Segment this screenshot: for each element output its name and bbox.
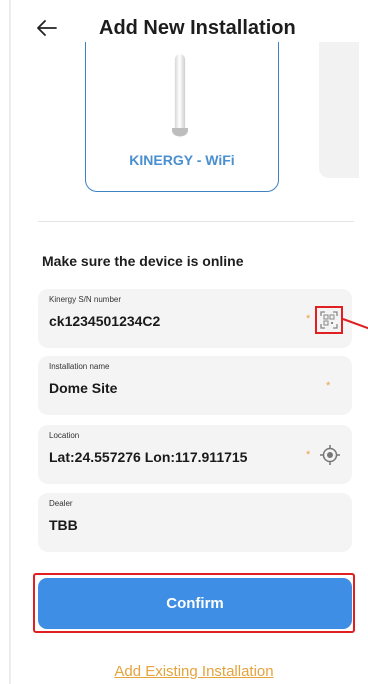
required-mark: * [326, 380, 331, 392]
location-field[interactable]: Location Lat:24.557276 Lon:117.911715 * [38, 425, 352, 484]
dealer-value[interactable]: TBB [49, 517, 78, 533]
arrow-left-icon [37, 20, 57, 36]
page-title: Add New Installation [99, 17, 296, 39]
device-card-label: KINERGY - WiFi [129, 152, 235, 168]
section-heading: Make sure the device is online [42, 253, 244, 269]
qr-scan-icon [320, 311, 338, 329]
add-existing-installation-link[interactable]: Add Existing Installation [0, 663, 368, 680]
antenna-base [172, 128, 188, 136]
installation-name-value[interactable]: Dome Site [49, 380, 117, 396]
next-device-card[interactable] [319, 42, 359, 178]
dealer-field[interactable]: Dealer TBB [38, 493, 352, 552]
required-mark: * [306, 313, 311, 325]
required-mark: * [306, 449, 311, 461]
locate-button[interactable] [318, 443, 342, 467]
divider [38, 221, 354, 222]
qr-scan-button[interactable] [315, 306, 343, 334]
left-edge-rule [9, 0, 11, 684]
serial-number-label: Kinergy S/N number [49, 295, 122, 304]
locate-icon [320, 445, 340, 465]
serial-number-value[interactable]: ck1234501234C2 [49, 313, 160, 329]
installation-name-label: Installation name [49, 362, 110, 371]
back-button[interactable] [34, 15, 60, 41]
dealer-label: Dealer [49, 499, 73, 508]
location-label: Location [49, 431, 80, 440]
antenna-image [175, 54, 185, 136]
serial-number-field[interactable]: Kinergy S/N number ck1234501234C2 * [38, 289, 352, 348]
installation-name-field[interactable]: Installation name Dome Site * [38, 356, 352, 415]
location-value[interactable]: Lat:24.557276 Lon:117.911715 [49, 449, 247, 465]
device-card-kinergy-wifi[interactable]: KINERGY - WiFi [85, 42, 279, 192]
confirm-button[interactable]: Confirm [38, 578, 352, 629]
